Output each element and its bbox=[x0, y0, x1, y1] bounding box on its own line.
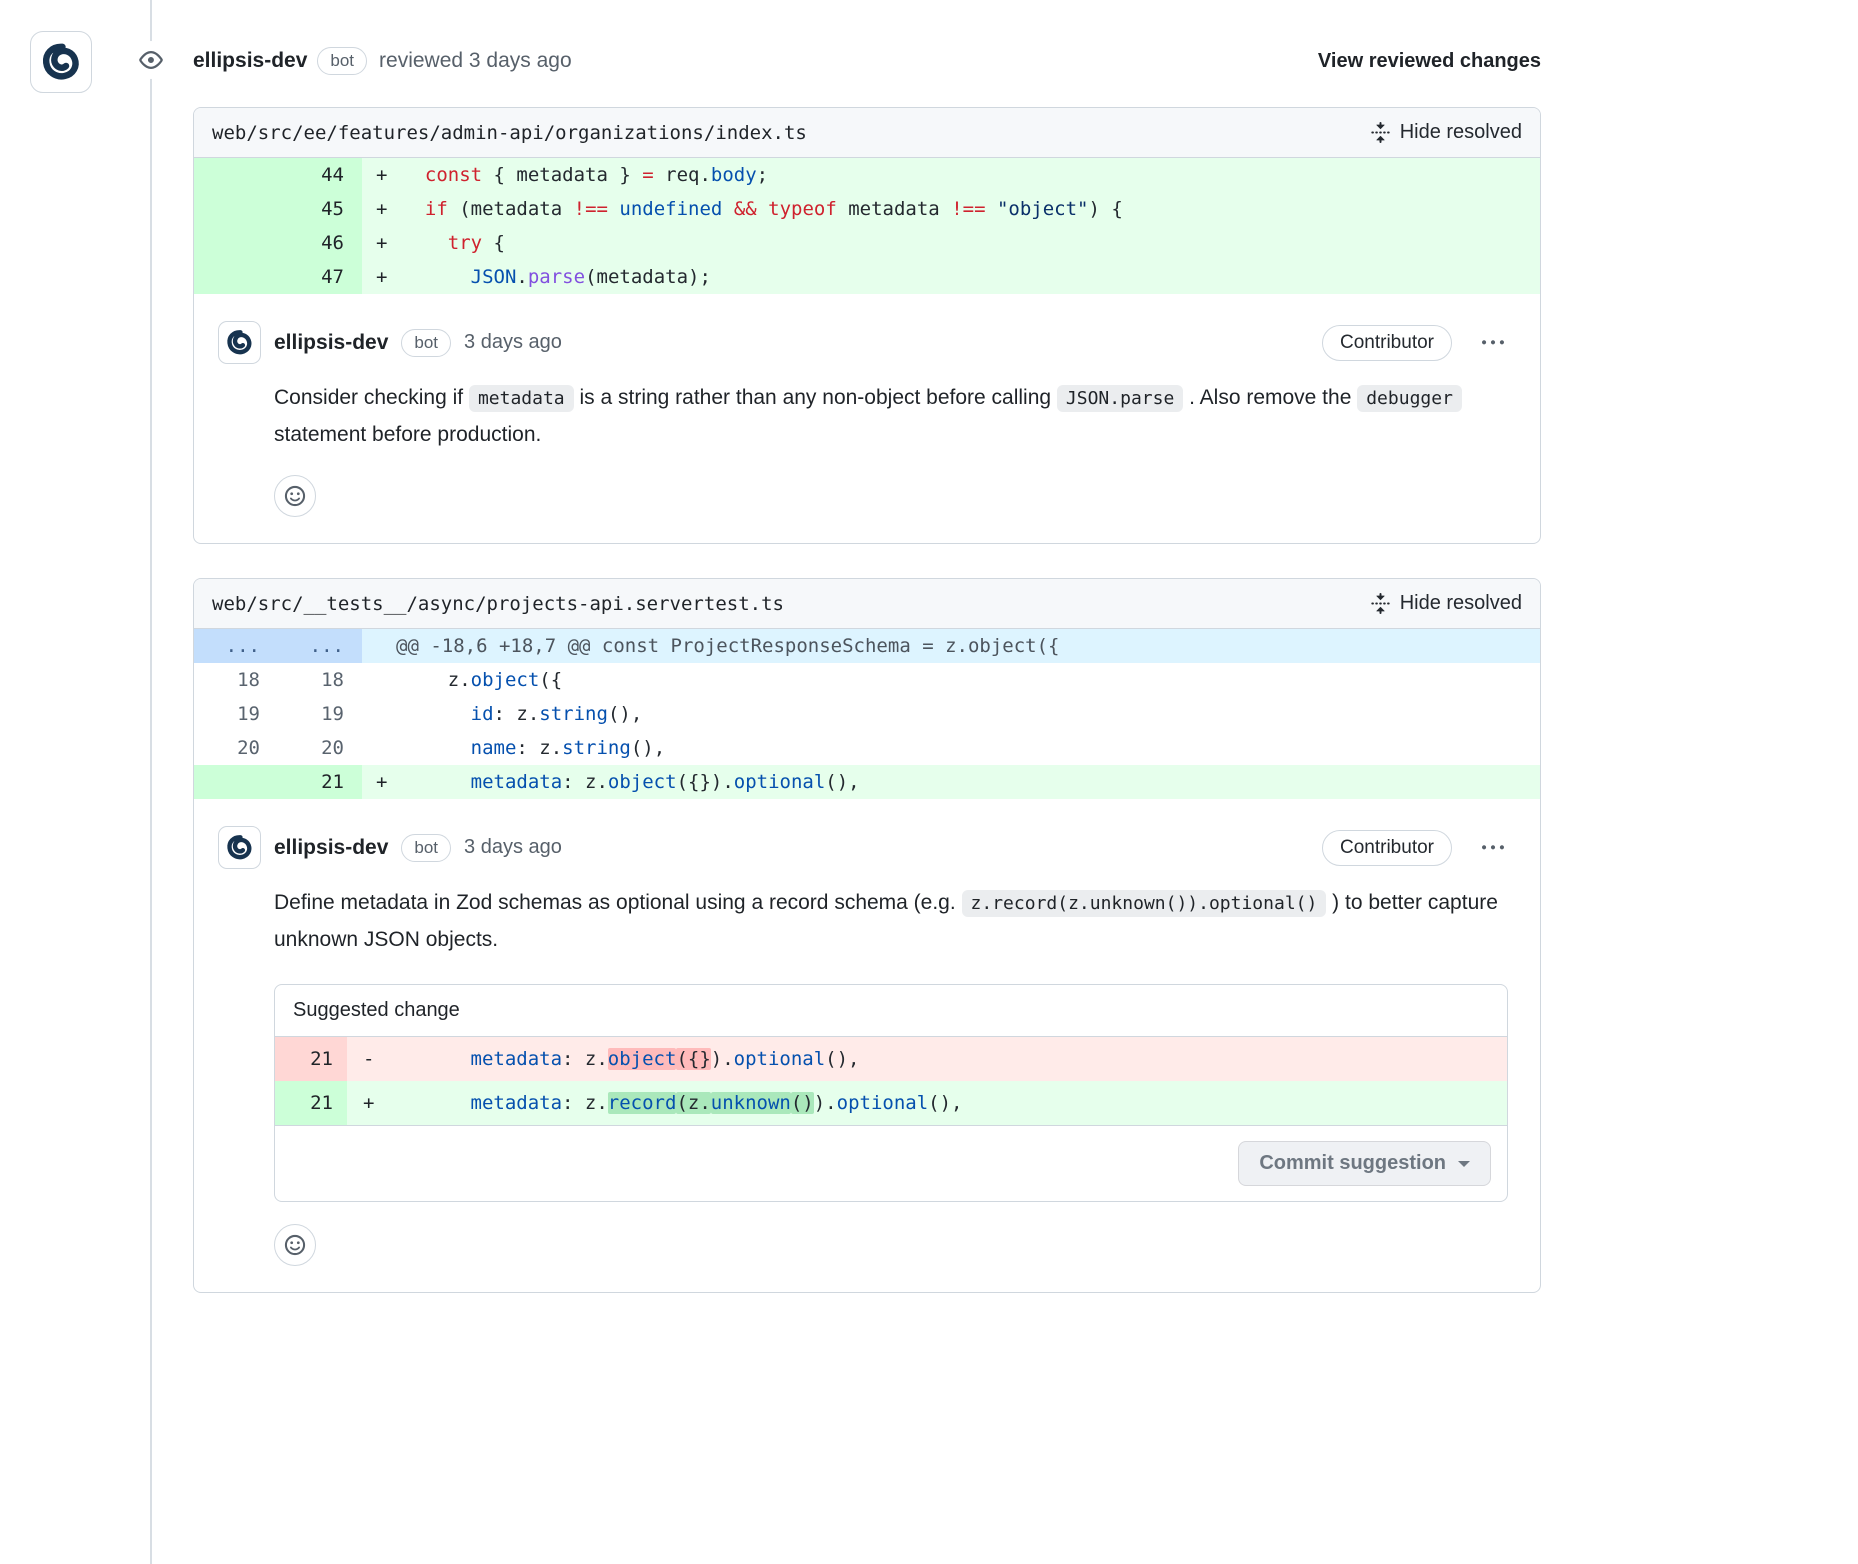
fold-icon bbox=[1370, 122, 1391, 143]
comment-body: Define metadata in Zod schemas as option… bbox=[274, 885, 1508, 958]
diff-table: ......@@ -18,6 +18,7 @@ const ProjectRes… bbox=[194, 629, 1540, 799]
review-event-badge bbox=[132, 41, 170, 79]
diff-table: 44+ const { metadata } = req.body;45+ if… bbox=[194, 158, 1540, 294]
comment-author[interactable]: ellipsis-dev bbox=[274, 331, 388, 355]
diff-row: 45+ if (metadata !== undefined && typeof… bbox=[194, 192, 1540, 226]
commit-suggestion-label: Commit suggestion bbox=[1259, 1152, 1446, 1175]
comment-avatar[interactable] bbox=[218, 826, 261, 869]
inline-code: JSON.parse bbox=[1057, 385, 1183, 412]
inline-code: z.record(z.unknown()).optional() bbox=[962, 890, 1327, 917]
bot-badge: bot bbox=[401, 329, 451, 357]
add-reaction-button[interactable] bbox=[274, 1224, 316, 1266]
diff-row: 47+ JSON.parse(metadata); bbox=[194, 260, 1540, 294]
contributor-badge: Contributor bbox=[1322, 325, 1452, 361]
add-reaction-button[interactable] bbox=[274, 475, 316, 517]
body-text: Define metadata in Zod schemas as option… bbox=[274, 891, 962, 914]
review-event-header: ellipsis-dev bot reviewed 3 days ago Vie… bbox=[193, 0, 1541, 75]
bot-badge: bot bbox=[401, 834, 451, 862]
comment-menu-button[interactable] bbox=[1478, 833, 1508, 863]
suggested-change-block: Suggested change 21- metadata: z.object(… bbox=[274, 984, 1508, 1202]
commit-suggestion-button[interactable]: Commit suggestion bbox=[1238, 1141, 1491, 1186]
file-path-link[interactable]: web/src/ee/features/admin-api/organizati… bbox=[212, 122, 807, 144]
body-text: is a string rather than any non-object b… bbox=[574, 386, 1057, 409]
suggestion-diff: 21- metadata: z.object({}).optional(),21… bbox=[275, 1037, 1507, 1125]
hide-resolved-label: Hide resolved bbox=[1400, 592, 1522, 615]
diff-row: ......@@ -18,6 +18,7 @@ const ProjectRes… bbox=[194, 629, 1540, 663]
diff-row: 21+ metadata: z.record(z.unknown()).opti… bbox=[275, 1081, 1507, 1125]
review-comment-card-1: web/src/ee/features/admin-api/organizati… bbox=[193, 107, 1541, 544]
review-action-text: reviewed 3 days ago bbox=[379, 49, 572, 73]
ellipsis-logo-icon bbox=[224, 327, 255, 358]
kebab-icon bbox=[1482, 332, 1504, 354]
comment-section: ellipsis-dev bot 3 days ago Contributor … bbox=[194, 799, 1540, 1292]
comment-timestamp[interactable]: 3 days ago bbox=[464, 836, 562, 859]
file-path-link[interactable]: web/src/__tests__/async/projects-api.ser… bbox=[212, 593, 784, 615]
timeline-line bbox=[150, 0, 152, 1564]
comment-header: ellipsis-dev bot 3 days ago Contributor bbox=[218, 826, 1508, 869]
body-text: . Also remove the bbox=[1183, 386, 1357, 409]
comment-body: Consider checking if metadata is a strin… bbox=[274, 380, 1508, 453]
file-header: web/src/__tests__/async/projects-api.ser… bbox=[194, 579, 1540, 629]
smiley-icon bbox=[284, 1234, 306, 1256]
ellipsis-logo-icon bbox=[38, 39, 84, 85]
comment-menu-button[interactable] bbox=[1478, 328, 1508, 358]
diff-row: 1919 id: z.string(), bbox=[194, 697, 1540, 731]
bot-badge: bot bbox=[317, 47, 367, 75]
diff-row: 46+ try { bbox=[194, 226, 1540, 260]
comment-avatar[interactable] bbox=[218, 321, 261, 364]
eye-icon bbox=[139, 48, 163, 72]
view-reviewed-changes-link[interactable]: View reviewed changes bbox=[1318, 50, 1541, 73]
pr-review-thread: ellipsis-dev bot reviewed 3 days ago Vie… bbox=[0, 0, 1858, 1293]
suggested-change-title: Suggested change bbox=[275, 985, 1507, 1037]
diff-row: 21+ metadata: z.object({}).optional(), bbox=[194, 765, 1540, 799]
triangle-down-icon bbox=[1458, 1161, 1470, 1173]
diff-row: 44+ const { metadata } = req.body; bbox=[194, 158, 1540, 192]
review-comment-card-2: web/src/__tests__/async/projects-api.ser… bbox=[193, 578, 1541, 1293]
body-text: statement before production. bbox=[274, 423, 541, 446]
body-text: Consider checking if bbox=[274, 386, 469, 409]
fold-icon bbox=[1370, 593, 1391, 614]
hide-resolved-label: Hide resolved bbox=[1400, 121, 1522, 144]
diff-row: 2020 name: z.string(), bbox=[194, 731, 1540, 765]
reviewer-name[interactable]: ellipsis-dev bbox=[193, 49, 307, 73]
reviewer-avatar[interactable] bbox=[30, 31, 92, 93]
inline-code: debugger bbox=[1357, 385, 1462, 412]
diff-row: 1818 z.object({ bbox=[194, 663, 1540, 697]
review-comments-container: web/src/ee/features/admin-api/organizati… bbox=[193, 107, 1541, 1293]
ellipsis-logo-icon bbox=[224, 832, 255, 863]
smiley-icon bbox=[284, 485, 306, 507]
contributor-badge: Contributor bbox=[1322, 830, 1452, 866]
hide-resolved-button[interactable]: Hide resolved bbox=[1370, 121, 1522, 144]
file-header: web/src/ee/features/admin-api/organizati… bbox=[194, 108, 1540, 158]
comment-timestamp[interactable]: 3 days ago bbox=[464, 331, 562, 354]
hide-resolved-button[interactable]: Hide resolved bbox=[1370, 592, 1522, 615]
diff-row: 21- metadata: z.object({}).optional(), bbox=[275, 1037, 1507, 1081]
comment-header: ellipsis-dev bot 3 days ago Contributor bbox=[218, 321, 1508, 364]
comment-section: ellipsis-dev bot 3 days ago Contributor … bbox=[194, 294, 1540, 543]
comment-author[interactable]: ellipsis-dev bbox=[274, 836, 388, 860]
inline-code: metadata bbox=[469, 385, 574, 412]
kebab-icon bbox=[1482, 837, 1504, 859]
suggestion-footer: Commit suggestion bbox=[275, 1125, 1507, 1201]
